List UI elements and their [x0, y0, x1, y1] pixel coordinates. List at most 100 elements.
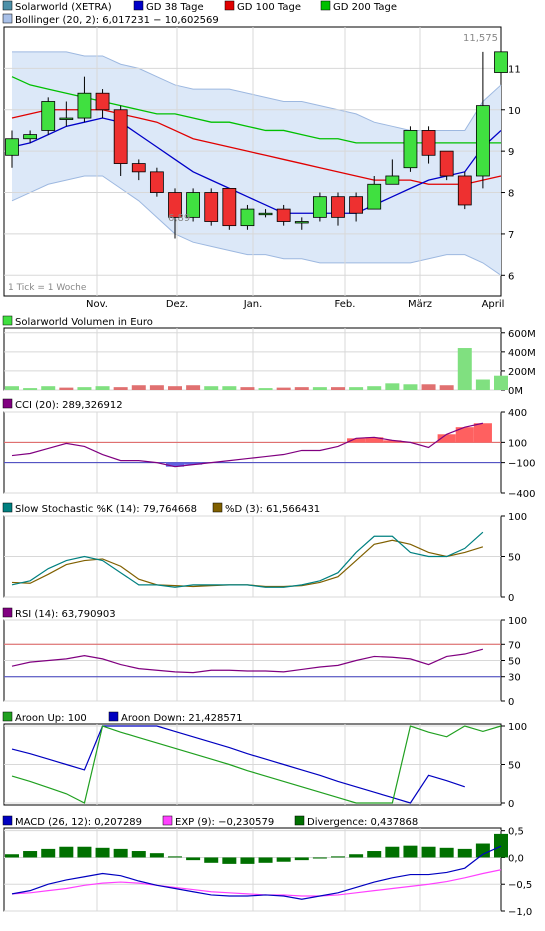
volume-bar	[276, 387, 291, 390]
candle-body	[222, 187, 237, 227]
divergence-bar	[294, 857, 309, 861]
legend-swatch-divergence	[294, 815, 305, 826]
x-label: Jan.	[243, 299, 263, 310]
candle-body	[331, 196, 345, 218]
legend-swatch-rsi	[2, 607, 13, 618]
x-label: März	[408, 299, 432, 310]
stochastic-panel: 0 50 100	[3, 512, 527, 604]
legend-label-volume: Solarworld Volumen in Euro	[15, 317, 153, 328]
divergence-bar	[457, 848, 472, 858]
annotation-high: 11,575	[463, 33, 498, 44]
volume-bar	[240, 387, 255, 390]
volume-bar	[475, 379, 490, 390]
divergence-bar	[77, 846, 92, 858]
candle-body	[240, 208, 255, 227]
price-ytick-label: 7	[508, 230, 514, 241]
legend-swatch-volume	[2, 315, 13, 326]
volume-ytick-label: 0M	[508, 386, 523, 397]
divergence-bar	[59, 846, 74, 858]
volume-bar	[168, 386, 182, 390]
volume-bar	[349, 387, 364, 390]
candle-body	[385, 175, 400, 185]
legend-swatch-stoch-k	[2, 502, 13, 513]
annotation-low: 6,89	[168, 213, 190, 224]
aroon-ytick-label: 100	[508, 722, 527, 733]
candle-body	[113, 109, 128, 164]
divergence-bar	[131, 851, 146, 858]
legend-label-rsi: RSI (14): 63,790903	[15, 609, 116, 620]
price-ytick-label: 9	[508, 147, 514, 158]
volume-bar	[77, 387, 92, 390]
legend-swatch-cci	[2, 398, 13, 409]
price-ytick-label: 11	[508, 64, 521, 75]
x-label: Feb.	[335, 299, 356, 310]
volume-bar	[5, 386, 19, 390]
volume-bar	[439, 385, 454, 390]
divergence-bar	[113, 848, 128, 858]
macd-ytick-label: 0,0	[508, 853, 524, 864]
divergence-bar	[331, 856, 345, 858]
volume-bar	[385, 383, 400, 390]
rsi-panel: 0 30 50 70 100	[3, 616, 527, 708]
candle-body	[95, 92, 110, 111]
candle-body	[349, 196, 364, 214]
volume-ytick-label: 600M	[508, 329, 536, 340]
legend-label-gd200: GD 200 Tage	[333, 2, 397, 13]
aroon-legend: Aroon Up: 100 Aroon Down: 21,428571	[2, 711, 242, 724]
x-label: Dez.	[166, 299, 188, 310]
macd-ytick-label: 0,5	[508, 827, 524, 838]
x-axis-labels: Nov. Dez. Jan. Feb. März April	[86, 299, 504, 310]
cci-ytick-label: −400	[508, 489, 535, 500]
volume-bar	[113, 387, 128, 390]
volume-panel: 0M 200M 400M 600M	[3, 327, 536, 397]
stoch-legend: Slow Stochastic %K (14): 79,764668 %D (3…	[2, 502, 320, 515]
divergence-bar	[186, 857, 201, 861]
divergence-bar	[421, 846, 436, 858]
candle-body	[439, 150, 454, 177]
aroon-panel: 0 50 100	[3, 722, 527, 810]
legend-label-aroon-down: Aroon Down: 21,428571	[121, 713, 242, 724]
volume-bar	[186, 385, 201, 390]
volume-ytick-label: 400M	[508, 348, 536, 359]
candle-body	[258, 212, 273, 216]
legend-swatch-aroon-up	[2, 711, 13, 722]
candle-body	[204, 192, 219, 222]
volume-bar	[494, 375, 508, 390]
volume-legend: Solarworld Volumen in Euro	[2, 315, 153, 328]
volume-bar	[131, 385, 146, 390]
candle-body	[312, 196, 327, 218]
legend-swatch-bollinger	[2, 13, 13, 24]
legend-label-stoch-k: Slow Stochastic %K (14): 79,764668	[15, 504, 197, 515]
divergence-bar	[41, 848, 56, 858]
volume-bar	[457, 348, 472, 390]
price-ytick-label: 10	[508, 106, 521, 117]
divergence-bar	[385, 846, 400, 858]
volume-bar	[258, 388, 273, 390]
volume-bar	[421, 384, 436, 390]
rsi-legend: RSI (14): 63,790903	[2, 607, 116, 620]
candle-body	[131, 163, 146, 173]
rsi-ytick-label: 50	[508, 657, 521, 668]
divergence-bar	[258, 857, 273, 863]
divergence-bar	[403, 845, 418, 858]
divergence-bar	[367, 851, 382, 858]
candle-body	[494, 51, 508, 73]
stoch-ytick-label: 0	[508, 593, 514, 604]
candle-body	[403, 130, 418, 169]
legend-label-solarworld: Solarworld (XETRA)	[15, 2, 112, 13]
legend-bollinger: Bollinger (20, 2): 6,017231 − 10,602569	[2, 13, 219, 26]
candle-body	[475, 105, 490, 177]
candle-body	[367, 183, 382, 210]
stoch-ytick-label: 100	[508, 512, 527, 523]
legend-swatch-aroon-down	[108, 711, 119, 722]
rsi-ytick-label: 100	[508, 616, 527, 627]
price-ytick-label: 6	[508, 271, 514, 282]
volume-bar	[312, 387, 327, 390]
macd-panel: −1,0 −0,5 0,0 0,5	[3, 827, 532, 918]
volume-ytick-label: 200M	[508, 367, 536, 378]
price-panel: 6 7 8 9 10 11	[3, 26, 521, 297]
tick-note: 1 Tick = 1 Woche	[8, 283, 87, 293]
divergence-bar	[168, 856, 182, 858]
legend-label-stoch-d: %D (3): 61,566431	[225, 504, 320, 515]
candle-body	[5, 138, 19, 156]
